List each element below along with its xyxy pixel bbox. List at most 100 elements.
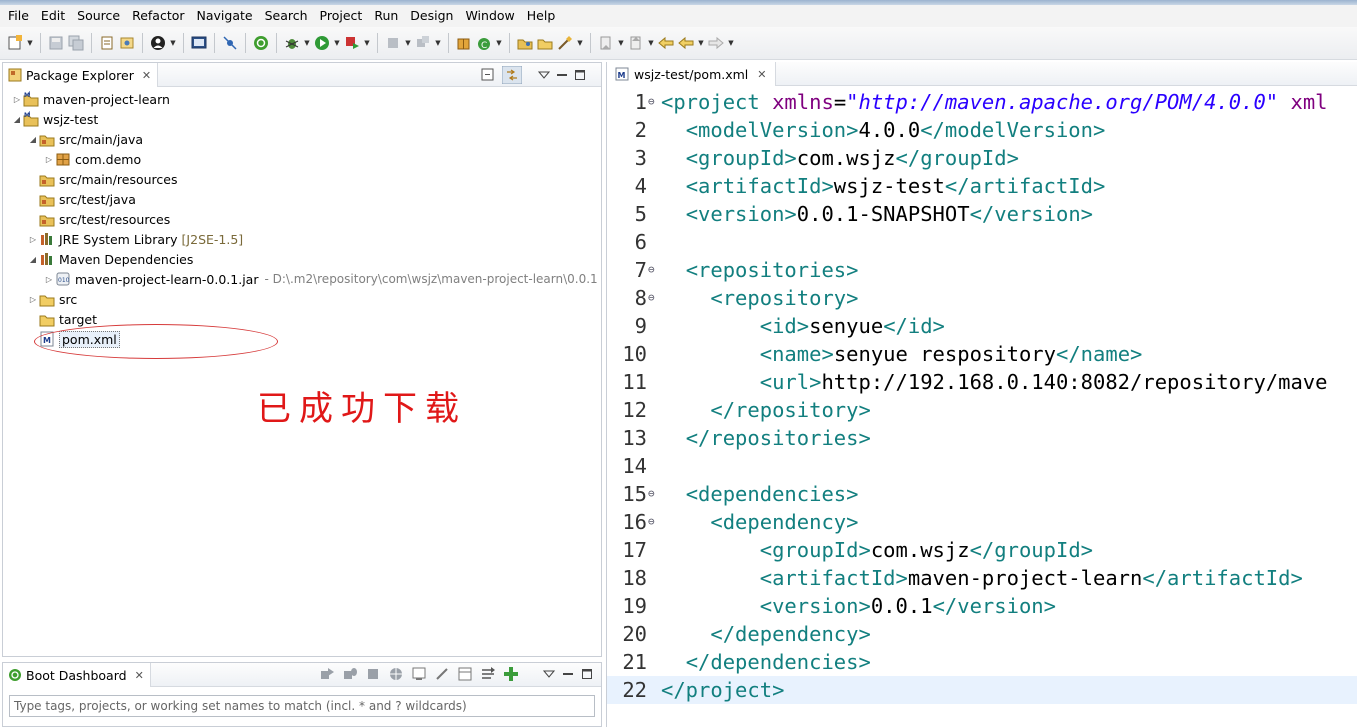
tree-item-maven-dependencies[interactable]: ◢ Maven Dependencies	[27, 249, 193, 269]
tree-item-jre-system-library[interactable]: ▷ JRE System Library [J2SE-1.5]	[27, 229, 243, 249]
spring-boot-icon[interactable]	[252, 34, 270, 52]
next-annotation-icon[interactable]	[597, 34, 615, 52]
code-line[interactable]: 19 <version>0.0.1</version>	[607, 592, 1357, 620]
code-line[interactable]: 2 <modelVersion>4.0.0</modelVersion>	[607, 116, 1357, 144]
run-dropdown-icon[interactable]: ▼	[333, 34, 341, 52]
code-line[interactable]: 10 <name>senyue respository</name>	[607, 340, 1357, 368]
forward-icon[interactable]	[707, 34, 725, 52]
tree-item-com-demo[interactable]: ▷ com.demo	[43, 149, 141, 169]
tree-item-target[interactable]: target	[27, 309, 97, 329]
menu-design[interactable]: Design	[404, 5, 459, 27]
menu-help[interactable]: Help	[521, 5, 562, 27]
new-dropdown-icon[interactable]: ▼	[26, 34, 34, 52]
tree-item-src-main-java[interactable]: ◢ src/main/java	[27, 129, 143, 149]
link-with-editor-icon[interactable]	[502, 66, 522, 84]
menu-search[interactable]: Search	[259, 5, 314, 27]
collapse-arrow-icon[interactable]: ◢	[27, 135, 39, 144]
package-explorer-tab[interactable]: Package Explorer ✕	[3, 63, 159, 87]
menu-source[interactable]: Source	[71, 5, 126, 27]
edit-icon[interactable]	[434, 666, 450, 682]
code-line[interactable]: 17 <groupId>com.wsjz</groupId>	[607, 536, 1357, 564]
minimize-icon[interactable]	[562, 668, 574, 680]
code-line[interactable]: 11 <url>http://192.168.0.140:8082/reposi…	[607, 368, 1357, 396]
forward-dropdown-icon[interactable]: ▼	[727, 34, 735, 52]
menu-run[interactable]: Run	[368, 5, 404, 27]
save-all-icon[interactable]	[67, 34, 85, 52]
tree-item-src[interactable]: ▷ src	[27, 289, 77, 309]
code-line[interactable]: 12 </repository>	[607, 396, 1357, 424]
menu-file[interactable]: File	[2, 5, 35, 27]
code-line[interactable]: 1 ⊖ <project xmlns="http://maven.apache.or…	[607, 88, 1357, 116]
expand-arrow-icon[interactable]: ▷	[27, 235, 39, 244]
back-icon[interactable]	[677, 34, 695, 52]
stop-icon[interactable]	[365, 666, 381, 682]
menu-project[interactable]: Project	[314, 5, 369, 27]
external-tools-dropdown-icon[interactable]: ▼	[363, 34, 371, 52]
properties-icon[interactable]	[457, 666, 473, 682]
deploy-dropdown-icon[interactable]: ▼	[434, 34, 442, 52]
collapse-arrow-icon[interactable]: ◢	[11, 115, 23, 124]
run-icon[interactable]	[313, 34, 331, 52]
new-class-dropdown-icon[interactable]: ▼	[495, 34, 503, 52]
code-line[interactable]: 14	[607, 452, 1357, 480]
new-icon[interactable]	[6, 34, 24, 52]
code-line[interactable]: 18 <artifactId>maven-project-learn</arti…	[607, 564, 1357, 592]
filter-icon[interactable]	[480, 666, 496, 682]
wand-icon[interactable]	[556, 34, 574, 52]
code-line[interactable]: 15 ⊖ <dependencies>	[607, 480, 1357, 508]
tree-item-jar[interactable]: ▷ 010 maven-project-learn-0.0.1.jar - D:…	[43, 269, 598, 289]
code-line[interactable]: 8 ⊖ <repository>	[607, 284, 1357, 312]
close-icon[interactable]: ✕	[757, 68, 766, 81]
maximize-icon[interactable]	[581, 668, 593, 680]
new-class-icon[interactable]: C	[475, 34, 493, 52]
maximize-icon[interactable]	[574, 69, 586, 81]
wand-dropdown-icon[interactable]: ▼	[576, 34, 584, 52]
view-menu-icon[interactable]	[543, 668, 555, 680]
expand-arrow-icon[interactable]: ▷	[11, 95, 23, 104]
close-icon[interactable]: ✕	[135, 669, 144, 682]
menu-refactor[interactable]: Refactor	[126, 5, 190, 27]
tree-item-src-test-resources[interactable]: src/test/resources	[27, 209, 170, 229]
open-folder-icon[interactable]	[536, 34, 554, 52]
restart-debug-icon[interactable]	[342, 666, 358, 682]
prev-annotation-dropdown-icon[interactable]: ▼	[647, 34, 655, 52]
collapse-arrow-icon[interactable]: ◢	[27, 255, 39, 264]
stop-icon[interactable]	[384, 34, 402, 52]
view-menu-icon[interactable]	[538, 69, 550, 81]
print-icon[interactable]	[98, 34, 116, 52]
next-annotation-dropdown-icon[interactable]: ▼	[617, 34, 625, 52]
terminal-icon[interactable]	[190, 34, 208, 52]
tree-item-maven-project-learn[interactable]: ▷ MJ maven-project-learn	[11, 89, 170, 109]
debug-dropdown-icon[interactable]: ▼	[303, 34, 311, 52]
fold-toggle-icon[interactable]: ⊖	[648, 88, 655, 116]
boot-dashboard-tab[interactable]: Boot Dashboard ✕	[3, 663, 151, 687]
open-task-icon[interactable]	[516, 34, 534, 52]
restart-icon[interactable]	[319, 666, 335, 682]
deploy-icon[interactable]	[414, 34, 432, 52]
code-line[interactable]: 22 </project>	[607, 676, 1357, 704]
account-icon[interactable]	[149, 34, 167, 52]
stop-dropdown-icon[interactable]: ▼	[404, 34, 412, 52]
add-icon[interactable]	[503, 666, 519, 682]
menu-window[interactable]: Window	[459, 5, 520, 27]
new-java-package-icon[interactable]	[455, 34, 473, 52]
code-line[interactable]: 20 </dependency>	[607, 620, 1357, 648]
open-type-icon[interactable]	[118, 34, 136, 52]
tree-item-src-main-resources[interactable]: src/main/resources	[27, 169, 177, 189]
menu-edit[interactable]: Edit	[35, 5, 71, 27]
close-icon[interactable]: ✕	[142, 69, 151, 82]
expand-arrow-icon[interactable]: ▷	[43, 155, 55, 164]
editor-tab-pom-xml[interactable]: M wsjz-test/pom.xml ✕	[607, 62, 776, 86]
code-line[interactable]: 5 <version>0.0.1-SNAPSHOT</version>	[607, 200, 1357, 228]
code-line[interactable]: 6	[607, 228, 1357, 256]
expand-arrow-icon[interactable]: ▷	[43, 275, 55, 284]
boot-dashboard-filter-input[interactable]: Type tags, projects, or working set name…	[9, 695, 595, 717]
minimize-icon[interactable]	[556, 69, 568, 81]
prev-annotation-icon[interactable]	[627, 34, 645, 52]
code-line[interactable]: 21 </dependencies>	[607, 648, 1357, 676]
code-line[interactable]: 9 <id>senyue</id>	[607, 312, 1357, 340]
code-line[interactable]: 3 <groupId>com.wsjz</groupId>	[607, 144, 1357, 172]
account-dropdown-icon[interactable]: ▼	[169, 34, 177, 52]
collapse-all-icon[interactable]	[480, 67, 496, 83]
tree-item-wsjz-test[interactable]: ◢ MJ wsjz-test	[11, 109, 98, 129]
